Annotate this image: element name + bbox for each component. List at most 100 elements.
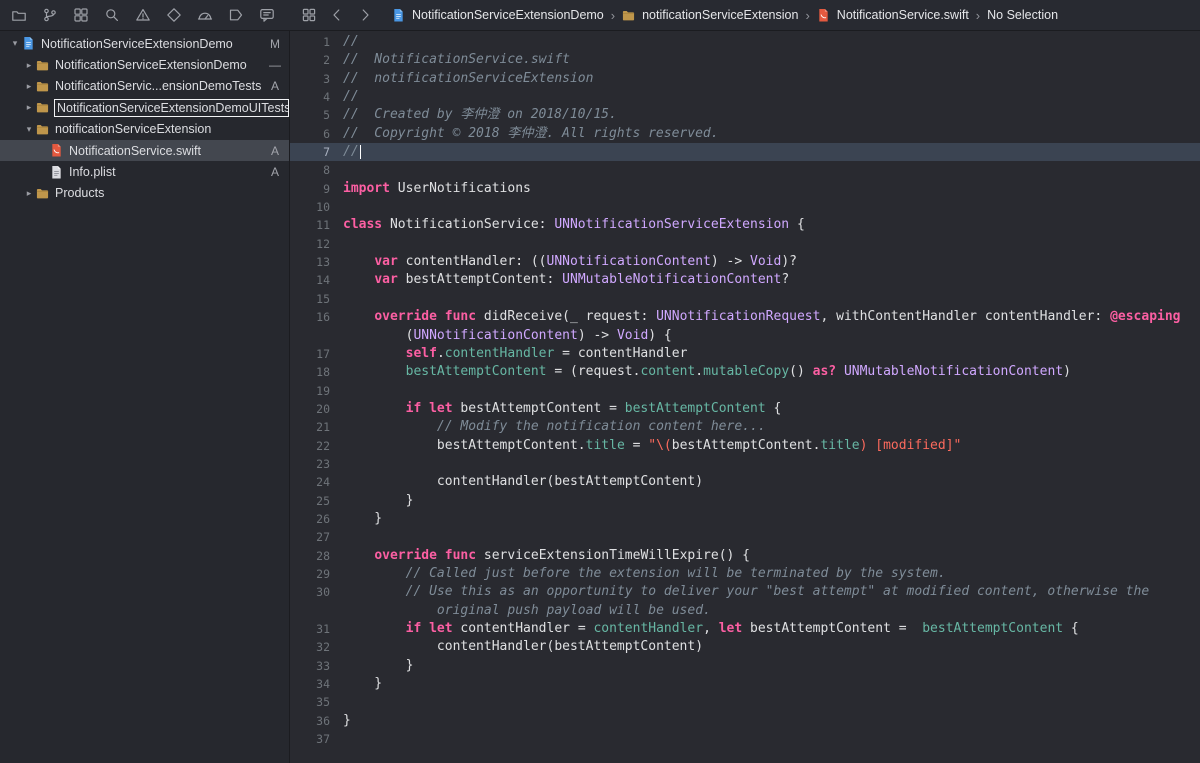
code-line[interactable]: 32 contentHandler(bestAttemptContent) bbox=[290, 638, 1200, 656]
code-line[interactable]: 36} bbox=[290, 712, 1200, 730]
source-editor[interactable]: 1//2// NotificationService.swift3// noti… bbox=[290, 31, 1200, 763]
line-number[interactable]: 9 bbox=[290, 180, 330, 198]
report-navigator-button[interactable] bbox=[258, 6, 276, 24]
sidebar-item[interactable]: ▸NotificationServiceExtensionDemoUITests bbox=[0, 97, 289, 118]
line-number[interactable]: 12 bbox=[290, 235, 330, 253]
code-line[interactable]: 31 if let contentHandler = contentHandle… bbox=[290, 620, 1200, 638]
line-number[interactable]: 17 bbox=[290, 345, 330, 363]
line-number[interactable]: 16 bbox=[290, 308, 330, 326]
code-line[interactable]: 33 } bbox=[290, 657, 1200, 675]
code-line[interactable]: 21 // Modify the notification content he… bbox=[290, 418, 1200, 436]
line-number[interactable]: 27 bbox=[290, 528, 330, 546]
code-line[interactable]: 14 var bestAttemptContent: UNMutableNoti… bbox=[290, 271, 1200, 289]
line-number[interactable]: 34 bbox=[290, 675, 330, 693]
line-number[interactable]: 3 bbox=[290, 70, 330, 88]
code-line[interactable]: 9import UserNotifications bbox=[290, 180, 1200, 198]
symbol-navigator-button[interactable] bbox=[72, 6, 90, 24]
line-number[interactable]: 14 bbox=[290, 271, 330, 289]
line-number[interactable]: 21 bbox=[290, 418, 330, 436]
code-line[interactable]: 10 bbox=[290, 198, 1200, 216]
code-line[interactable]: 19 bbox=[290, 382, 1200, 400]
project-navigator-button[interactable] bbox=[10, 6, 28, 24]
line-number[interactable]: 23 bbox=[290, 455, 330, 473]
forward-button[interactable] bbox=[356, 6, 374, 24]
line-number[interactable]: 8 bbox=[290, 161, 330, 179]
line-number[interactable]: 19 bbox=[290, 382, 330, 400]
line-number[interactable]: 10 bbox=[290, 198, 330, 216]
line-number[interactable]: 1 bbox=[290, 33, 330, 51]
line-number[interactable]: 33 bbox=[290, 657, 330, 675]
line-number[interactable]: 20 bbox=[290, 400, 330, 418]
line-number[interactable]: 6 bbox=[290, 125, 330, 143]
line-number[interactable]: 25 bbox=[290, 492, 330, 510]
code-line[interactable]: 12 bbox=[290, 235, 1200, 253]
line-number[interactable]: 26 bbox=[290, 510, 330, 528]
sidebar-item[interactable]: ▾notificationServiceExtension bbox=[0, 119, 289, 140]
code-line[interactable]: 22 bestAttemptContent.title = "\(bestAtt… bbox=[290, 437, 1200, 455]
code-line[interactable]: 6// Copyright © 2018 李仲澄. All rights res… bbox=[290, 125, 1200, 143]
code-line[interactable]: 7// bbox=[290, 143, 1200, 161]
disclosure-right-icon[interactable]: ▸ bbox=[22, 61, 36, 70]
code-line[interactable]: 2// NotificationService.swift bbox=[290, 51, 1200, 69]
breadcrumb-item[interactable]: No Selection bbox=[987, 8, 1058, 22]
code-line[interactable]: 20 if let bestAttemptContent = bestAttem… bbox=[290, 400, 1200, 418]
line-number[interactable]: 2 bbox=[290, 51, 330, 69]
issue-navigator-button[interactable] bbox=[134, 6, 152, 24]
sidebar-item[interactable]: ▾NotificationServiceExtensionDemoM bbox=[0, 33, 289, 54]
code-line[interactable]: 27 bbox=[290, 528, 1200, 546]
sidebar-item[interactable]: ▸NotificationServiceExtensionDemo— bbox=[0, 54, 289, 75]
disclosure-right-icon[interactable]: ▸ bbox=[22, 103, 36, 112]
line-number[interactable]: 18 bbox=[290, 363, 330, 381]
line-number[interactable]: 11 bbox=[290, 216, 330, 234]
related-items-button[interactable] bbox=[300, 6, 318, 24]
line-number[interactable]: 30 bbox=[290, 583, 330, 601]
line-number[interactable]: 4 bbox=[290, 88, 330, 106]
line-number[interactable]: 36 bbox=[290, 712, 330, 730]
code-line[interactable]: original push payload will be used. bbox=[290, 602, 1200, 620]
sidebar-item[interactable]: ▸Products bbox=[0, 183, 289, 204]
code-line[interactable]: 37 bbox=[290, 730, 1200, 748]
code-line[interactable]: 15 bbox=[290, 290, 1200, 308]
code-line[interactable]: 30 // Use this as an opportunity to deli… bbox=[290, 583, 1200, 601]
breadcrumb-item[interactable]: NotificationServiceExtensionDemo bbox=[392, 8, 604, 23]
code-line[interactable]: 4// bbox=[290, 88, 1200, 106]
code-line[interactable]: 29 // Called just before the extension w… bbox=[290, 565, 1200, 583]
disclosure-down-icon[interactable]: ▾ bbox=[22, 125, 36, 134]
source-control-navigator-button[interactable] bbox=[41, 6, 59, 24]
line-number[interactable]: 32 bbox=[290, 638, 330, 656]
code-line[interactable]: 26 } bbox=[290, 510, 1200, 528]
code-line[interactable]: 13 var contentHandler: ((UNNotificationC… bbox=[290, 253, 1200, 271]
line-number[interactable]: 13 bbox=[290, 253, 330, 271]
line-number[interactable]: 15 bbox=[290, 290, 330, 308]
code-line[interactable]: 35 bbox=[290, 693, 1200, 711]
disclosure-down-icon[interactable]: ▾ bbox=[8, 39, 22, 48]
code-line[interactable]: 16 override func didReceive(_ request: U… bbox=[290, 308, 1200, 326]
code-line[interactable]: 25 } bbox=[290, 492, 1200, 510]
sidebar-item[interactable]: ▸NotificationServic...ensionDemoTestsA bbox=[0, 76, 289, 97]
code-line[interactable]: 1// bbox=[290, 33, 1200, 51]
line-number[interactable]: 35 bbox=[290, 693, 330, 711]
code-line[interactable]: 11class NotificationService: UNNotificat… bbox=[290, 216, 1200, 234]
disclosure-right-icon[interactable]: ▸ bbox=[22, 189, 36, 198]
line-number[interactable]: 22 bbox=[290, 437, 330, 455]
code-line[interactable]: 28 override func serviceExtensionTimeWil… bbox=[290, 547, 1200, 565]
code-line[interactable]: 34 } bbox=[290, 675, 1200, 693]
line-number[interactable]: 29 bbox=[290, 565, 330, 583]
sidebar-item[interactable]: Info.plistA bbox=[0, 161, 289, 182]
debug-navigator-button[interactable] bbox=[196, 6, 214, 24]
test-navigator-button[interactable] bbox=[165, 6, 183, 24]
line-number[interactable]: 31 bbox=[290, 620, 330, 638]
code-line[interactable]: 24 contentHandler(bestAttemptContent) bbox=[290, 473, 1200, 491]
breadcrumb-item[interactable]: notificationServiceExtension bbox=[622, 8, 798, 23]
line-number[interactable]: 37 bbox=[290, 730, 330, 748]
code-line[interactable]: 8 bbox=[290, 161, 1200, 179]
code-line[interactable]: 3// notificationServiceExtension bbox=[290, 70, 1200, 88]
code-line[interactable]: 18 bestAttemptContent = (request.content… bbox=[290, 363, 1200, 381]
line-number[interactable]: 7 bbox=[290, 143, 330, 161]
code-line[interactable]: 5// Created by 李仲澄 on 2018/10/15. bbox=[290, 106, 1200, 124]
back-button[interactable] bbox=[328, 6, 346, 24]
line-number[interactable]: 24 bbox=[290, 473, 330, 491]
line-number[interactable]: 5 bbox=[290, 106, 330, 124]
code-line[interactable]: (UNNotificationContent) -> Void) { bbox=[290, 327, 1200, 345]
code-line[interactable]: 17 self.contentHandler = contentHandler bbox=[290, 345, 1200, 363]
